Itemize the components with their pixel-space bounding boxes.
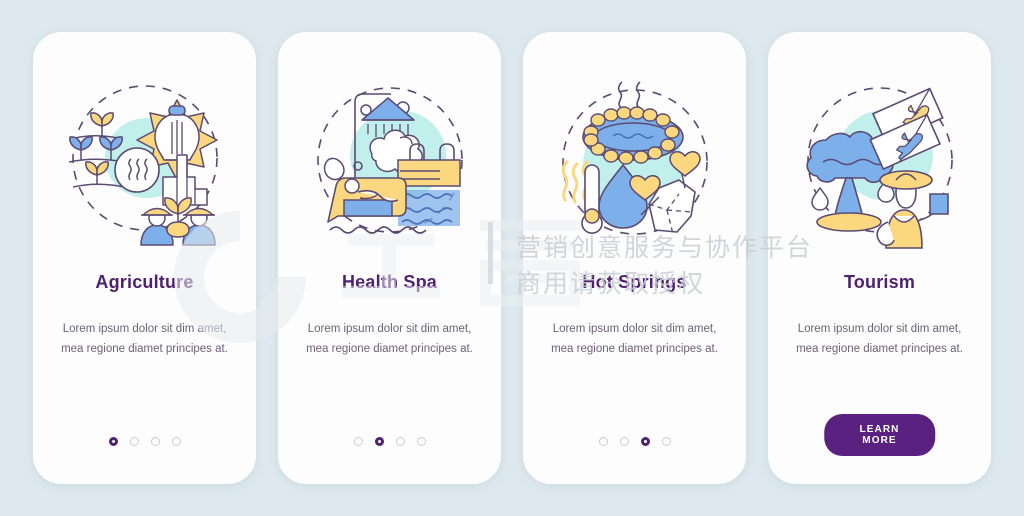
pagination-dot-1[interactable] xyxy=(353,437,363,446)
pagination-dot-3[interactable] xyxy=(640,437,650,446)
onboarding-screens-artboard: Agriculture Lorem ipsum dolor sit dim am… xyxy=(0,0,1024,516)
card-title: Tourism xyxy=(843,272,916,292)
pagination-dot-3[interactable] xyxy=(150,437,160,446)
pagination-dot-2[interactable] xyxy=(129,437,139,446)
onboarding-card-agriculture[interactable]: Agriculture Lorem ipsum dolor sit dim am… xyxy=(33,32,256,484)
card-description: Lorem ipsum dolor sit dim amet, mea regi… xyxy=(796,323,963,356)
watermark-divider xyxy=(488,222,493,284)
health-spa-illustration xyxy=(300,70,480,250)
card-title: Hot Springs xyxy=(582,272,687,292)
pagination-dots[interactable] xyxy=(523,437,746,446)
screen-card-list: Agriculture Lorem ipsum dolor sit dim am… xyxy=(0,0,1024,516)
card-description: Lorem ipsum dolor sit dim amet, mea regi… xyxy=(551,323,718,356)
agriculture-illustration xyxy=(55,70,235,250)
pagination-dots[interactable] xyxy=(33,437,256,446)
onboarding-card-tourism[interactable]: Tourism Lorem ipsum dolor sit dim amet, … xyxy=(768,32,991,484)
card-title: Agriculture xyxy=(95,272,194,292)
pagination-dot-1[interactable] xyxy=(108,437,118,446)
pagination-dot-4[interactable] xyxy=(661,437,671,446)
pagination-dots[interactable] xyxy=(278,437,501,446)
learn-more-button[interactable]: LEARN MORE xyxy=(823,414,936,456)
card-description: Lorem ipsum dolor sit dim amet, mea regi… xyxy=(61,323,228,356)
hot-springs-illustration xyxy=(545,70,725,250)
onboarding-card-hot-springs[interactable]: Hot Springs Lorem ipsum dolor sit dim am… xyxy=(523,32,746,484)
pagination-dot-4[interactable] xyxy=(171,437,181,446)
pagination-dot-4[interactable] xyxy=(416,437,426,446)
card-description: Lorem ipsum dolor sit dim amet, mea regi… xyxy=(306,323,473,356)
pagination-dot-1[interactable] xyxy=(598,437,608,446)
pagination-dot-2[interactable] xyxy=(374,437,384,446)
card-title: Health Spa xyxy=(341,272,438,292)
pagination-dot-3[interactable] xyxy=(395,437,405,446)
pagination-dot-2[interactable] xyxy=(619,437,629,446)
onboarding-card-health-spa[interactable]: Health Spa Lorem ipsum dolor sit dim ame… xyxy=(278,32,501,484)
tourism-illustration xyxy=(790,70,970,250)
